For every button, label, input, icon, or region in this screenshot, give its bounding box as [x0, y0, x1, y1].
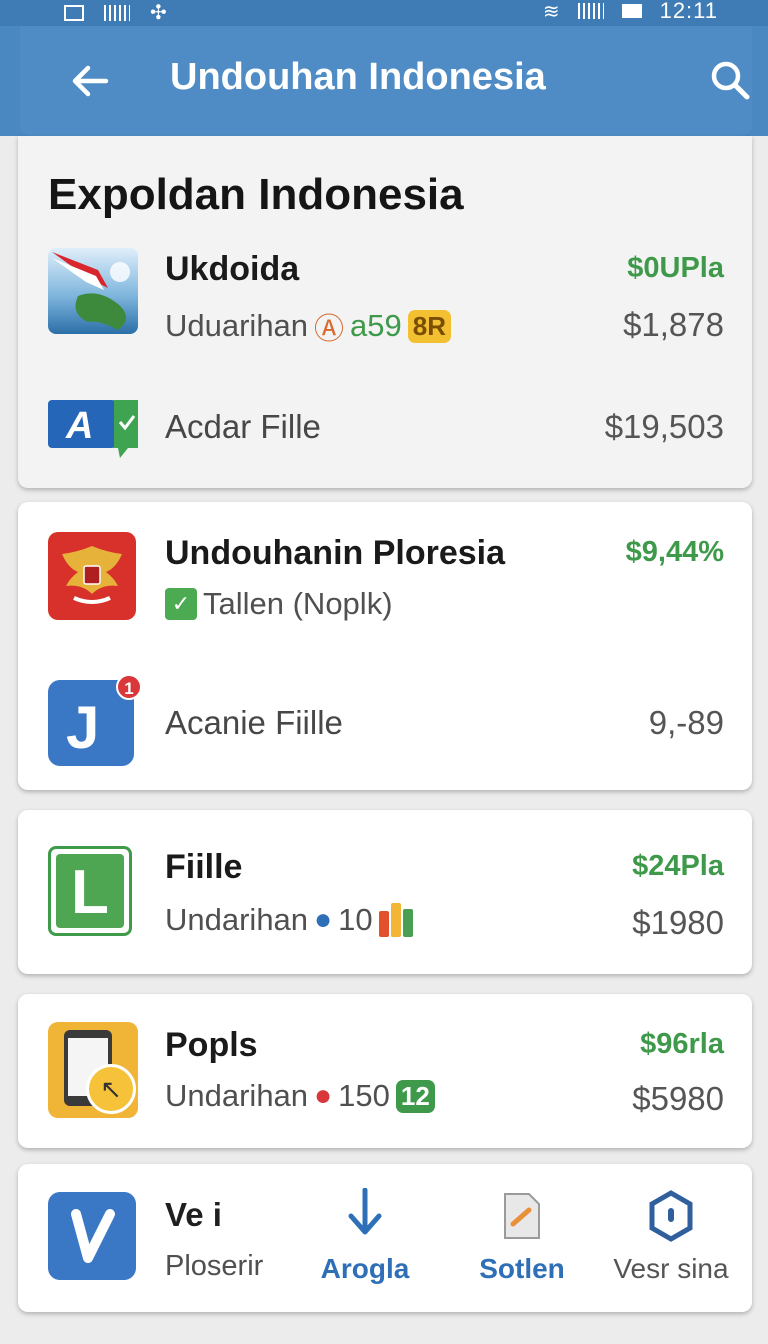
- item-subtitle-text: Tallen (Noplk): [203, 586, 393, 621]
- recycle-icon: ✣: [150, 2, 167, 24]
- item-subtitle: Uduarihan Ⓐ a59 8R: [165, 304, 452, 348]
- price-label: $0UPla: [627, 252, 724, 284]
- battery-icon: [621, 4, 642, 18]
- j-app-icon: J 1: [48, 674, 142, 766]
- price-label: $24Pla: [632, 850, 724, 882]
- bottom-navigation: Ve i Ploserir Arogla Sotlen Vesr sina: [18, 1164, 752, 1312]
- item-tag: 12: [395, 1079, 435, 1113]
- list-card: ↖ Popls Undarihan ● 150 12 $96rla $5980: [18, 994, 752, 1148]
- nav-label: Sotlen: [479, 1253, 565, 1284]
- item-subtitle-text: Undarihan: [165, 1078, 309, 1113]
- nav-label: Vesr sina: [613, 1253, 729, 1284]
- clock: 12:11: [659, 0, 718, 23]
- item-badge: a59: [350, 308, 402, 343]
- price-value: $5980: [632, 1080, 724, 1117]
- section-card: Expoldan Indonesia Ukdoida Uduarihan Ⓐ a…: [18, 136, 752, 488]
- price-value: $1980: [632, 904, 724, 941]
- lightbulb-icon: ●: [314, 903, 333, 936]
- item-name: Popls: [165, 1026, 258, 1064]
- wifi-icon: ≋: [542, 0, 560, 23]
- item-name: Undouhanin Ploresia: [165, 534, 506, 572]
- brand-subtitle: Ploserir: [165, 1250, 264, 1282]
- item-tag: 8R: [407, 309, 452, 343]
- item-badge: 150: [338, 1078, 390, 1113]
- item-subtitle: Undarihan ● 150 12: [165, 1078, 435, 1114]
- nav-item-arogla[interactable]: Arogla: [300, 1187, 430, 1285]
- page-title: Undouhan Indonesia: [170, 56, 546, 98]
- svg-text:A: A: [65, 405, 93, 447]
- nav-item-vesr-sina[interactable]: Vesr sina: [606, 1190, 736, 1285]
- price-value: $1,878: [623, 306, 724, 343]
- swirl-icon: Ⓐ: [314, 313, 345, 346]
- check-icon: ✓: [165, 588, 197, 620]
- item-subtitle-text: Undarihan: [165, 902, 309, 937]
- svg-text:J: J: [66, 694, 99, 761]
- status-bar: ✣ ≋ 12:11: [0, 0, 768, 26]
- list-card: L Fiille Undarihan ● 10 $24Pla $1980: [18, 810, 752, 974]
- price-label: $9,44%: [625, 536, 724, 568]
- arrow-left-icon[interactable]: [68, 60, 110, 102]
- map-flag-icon: [48, 248, 138, 334]
- v-app-icon[interactable]: [48, 1192, 136, 1280]
- item-subtitle: ✓ Tallen (Noplk): [165, 586, 393, 622]
- barcode-icon: [104, 4, 130, 21]
- nav-label: Arogla: [320, 1253, 410, 1284]
- brand-name: Ve i: [165, 1196, 222, 1233]
- list-card: Undouhanin Ploresia ✓ Tallen (Noplk) $9,…: [18, 502, 752, 790]
- item-name: Ukdoida: [165, 250, 300, 288]
- item-badge: 10: [338, 902, 373, 937]
- price-label: $96rla: [640, 1028, 724, 1060]
- search-icon[interactable]: [708, 58, 752, 102]
- item-subtitle-text: Uduarihan: [165, 308, 309, 343]
- price-value: 9,-89: [648, 704, 724, 741]
- document-icon: [504, 1193, 540, 1239]
- price-value: $19,503: [604, 408, 724, 445]
- tablet-clock-icon: ↖: [48, 1022, 138, 1118]
- nav-item-sotlen[interactable]: Sotlen: [454, 1188, 590, 1285]
- hexagon-shield-icon: [649, 1190, 693, 1242]
- balloon-icon: ●: [314, 1079, 333, 1112]
- notification-badge: 1: [116, 674, 142, 700]
- notification-icon: [64, 4, 84, 21]
- item-subtitle: Undarihan ● 10: [165, 902, 413, 938]
- signal-icon: [577, 3, 604, 19]
- a-check-icon: A: [48, 398, 140, 460]
- app-bar: Undouhan Indonesia: [0, 26, 768, 136]
- item-name: Fiille: [165, 848, 243, 886]
- item-label: Acanie Fiille: [165, 704, 343, 741]
- garuda-emblem-icon: [48, 532, 136, 620]
- l-app-icon: L: [48, 846, 132, 936]
- bars-icon: [378, 903, 413, 937]
- download-arrow-icon: [348, 1187, 382, 1235]
- section-title: Expoldan Indonesia: [48, 170, 464, 219]
- item-label: Acdar Fille: [165, 408, 321, 445]
